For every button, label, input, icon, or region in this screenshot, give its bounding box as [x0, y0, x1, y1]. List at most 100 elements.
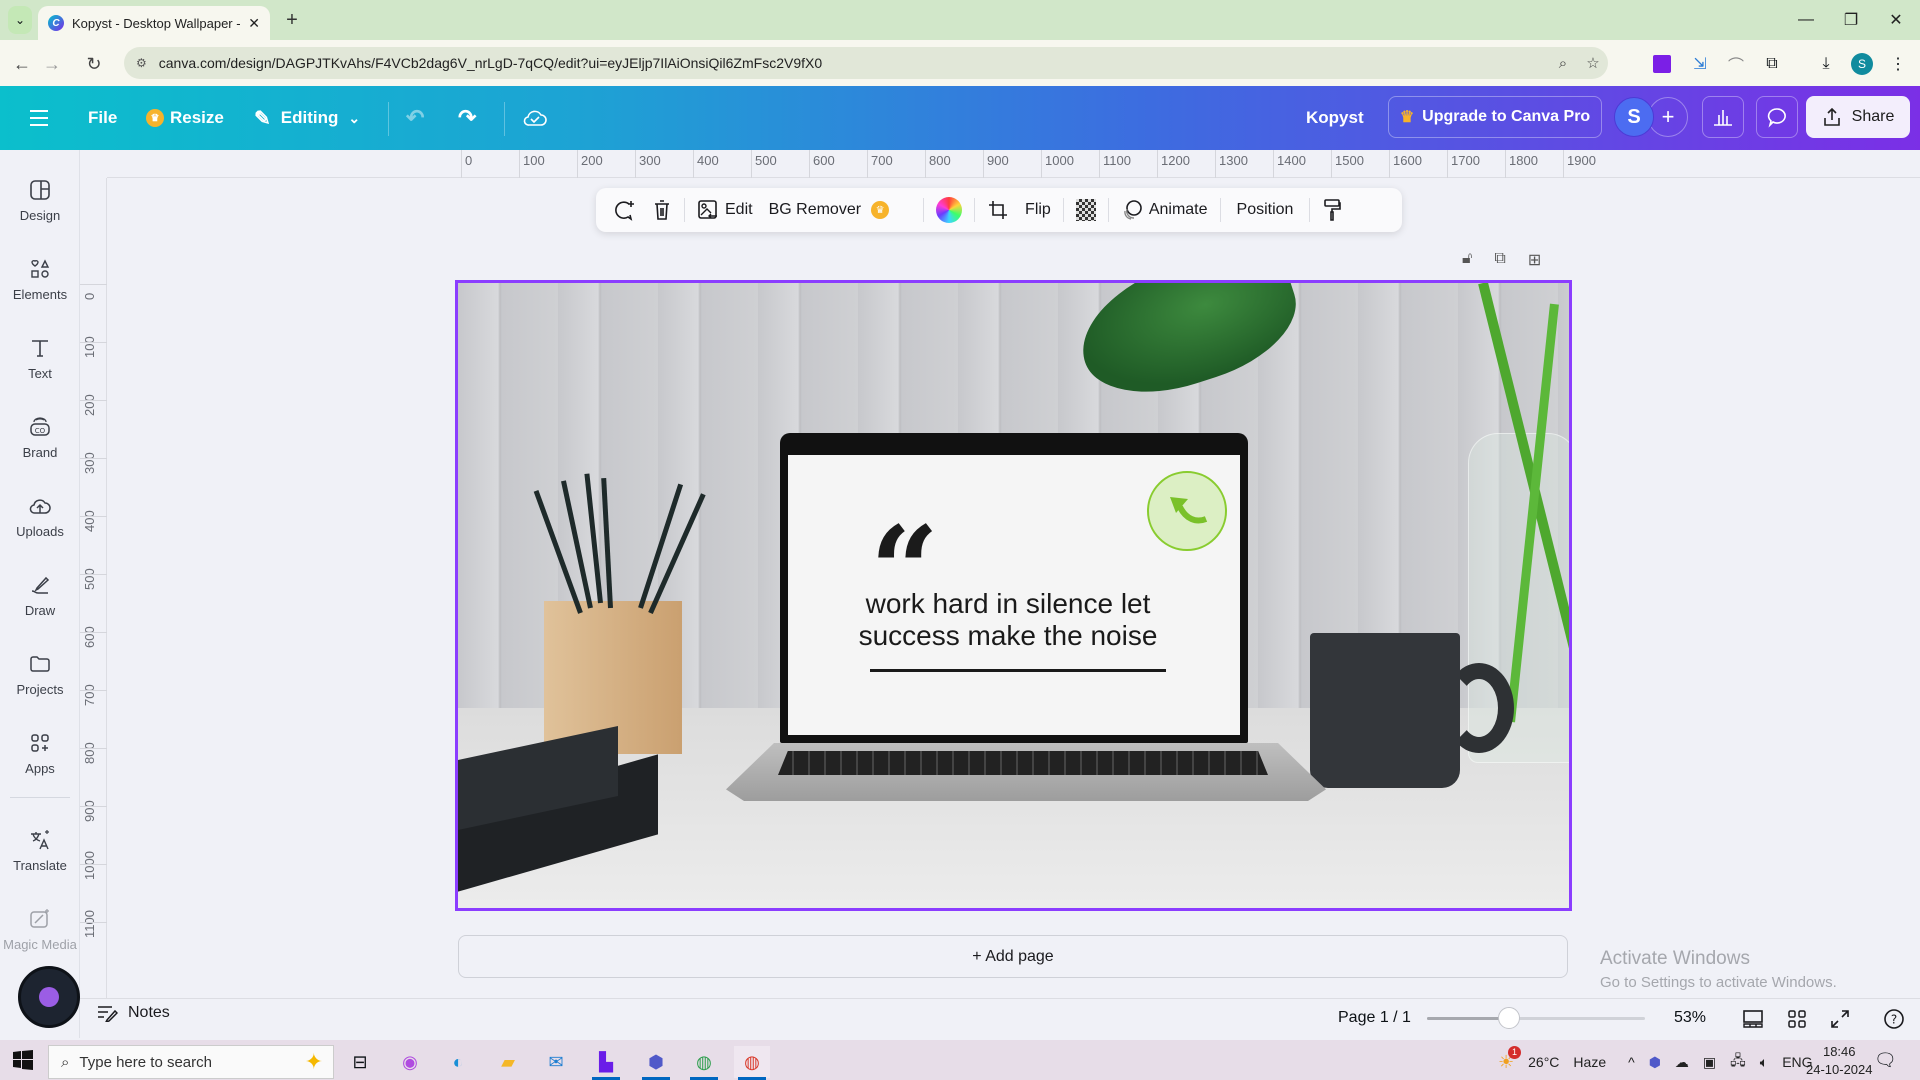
restore-window-button[interactable]: ❐ — [1831, 8, 1871, 32]
grid-view-button[interactable] — [1783, 1006, 1811, 1032]
insights-button[interactable] — [1702, 96, 1744, 138]
zoom-magnifier-icon[interactable]: ⌕ — [1548, 55, 1578, 72]
extension-translate-icon[interactable]: ⇲ — [1686, 50, 1714, 78]
transparency-button[interactable] — [1068, 188, 1104, 232]
zoom-slider-thumb[interactable] — [1497, 1007, 1520, 1029]
sidebar-item-design[interactable]: Design — [0, 165, 80, 235]
extension-arc-icon[interactable]: ⌒ — [1722, 50, 1750, 78]
user-avatar[interactable]: S — [1614, 97, 1654, 137]
green-arrow-badge[interactable] — [1147, 471, 1227, 551]
position-button[interactable]: Position — [1225, 188, 1306, 232]
sidebar-item-magic-media[interactable]: Magic Media — [0, 894, 80, 964]
close-window-button[interactable]: ✕ — [1876, 8, 1916, 32]
taskbar-clock[interactable]: 18:46 24-10-2024 — [1806, 1043, 1873, 1079]
quote-text[interactable]: work hard in silence let success make th… — [818, 588, 1198, 652]
mail-app-icon[interactable]: ✉ — [538, 1046, 574, 1078]
browser-tab-active[interactable]: C Kopyst - Desktop Wallpaper - C ✕ — [38, 6, 270, 40]
duplicate-page-icon[interactable]: ⧉ — [1494, 250, 1505, 270]
downloads-icon[interactable]: ⤓ — [1812, 50, 1840, 78]
edge-browser-icon[interactable]: ◐ — [440, 1046, 476, 1078]
extension-purple-icon[interactable] — [1648, 50, 1676, 78]
redo-button[interactable]: ↷ — [458, 86, 476, 150]
resize-button[interactable]: ♛ Resize — [146, 86, 224, 150]
page-thumbnails-button[interactable] — [1739, 1006, 1767, 1032]
sidebar-item-draw[interactable]: Draw — [0, 560, 80, 630]
chrome-profile-s-icon[interactable]: ◍ — [734, 1046, 770, 1080]
notification-center-icon[interactable]: 🗨︎ — [1874, 1050, 1897, 1071]
upgrade-pro-button[interactable]: ♛ Upgrade to Canva Pro — [1388, 96, 1602, 138]
comments-button[interactable] — [1756, 96, 1798, 138]
minimize-window-button[interactable]: — — [1786, 8, 1826, 32]
crop-button[interactable] — [979, 188, 1017, 232]
add-collaborator-button[interactable]: + — [1648, 97, 1688, 137]
editing-mode-dropdown[interactable]: ✎ Editing ⌄ — [254, 86, 360, 150]
page-indicator[interactable]: Page 1 / 1 — [1338, 1009, 1411, 1027]
forward-button[interactable]: → — [38, 50, 66, 78]
weather-icon[interactable]: ☀ 1 — [1498, 1045, 1521, 1073]
animate-button[interactable]: Animate — [1113, 188, 1216, 232]
color-adjust-button[interactable] — [928, 188, 970, 232]
browser-menu-icon[interactable]: ⋮ — [1884, 50, 1912, 78]
main-menu-button[interactable] — [28, 86, 50, 150]
sidebar-item-elements[interactable]: Elements — [0, 244, 80, 314]
bg-remover-button[interactable]: BG Remover ♛ — [761, 188, 903, 232]
sidebar-item-translate[interactable]: Translate — [0, 815, 80, 885]
back-button[interactable]: ← — [8, 50, 36, 78]
ruler-tick-label: 0 — [465, 153, 473, 168]
share-button[interactable]: Share — [1806, 96, 1910, 138]
taskbar-search-input[interactable]: ⌕ Type here to search ✦ — [48, 1045, 334, 1079]
weather-temperature[interactable]: 26°C — [1528, 1054, 1559, 1070]
teams-tray-icon[interactable]: ⬢ — [1649, 1054, 1661, 1071]
chrome-profile-a-icon[interactable]: ◍ — [686, 1046, 722, 1080]
new-tab-button[interactable]: + — [280, 8, 304, 32]
sidebar-item-brand[interactable]: CO Brand — [0, 402, 80, 472]
site-settings-icon[interactable]: ⚙ — [136, 56, 147, 70]
quote-underline[interactable] — [870, 669, 1166, 672]
cloud-saved-icon[interactable] — [522, 86, 548, 150]
file-explorer-icon[interactable]: ▰ — [490, 1046, 526, 1078]
add-comment-button[interactable] — [606, 188, 644, 232]
tab-close-icon[interactable]: ✕ — [248, 15, 260, 32]
edit-image-button[interactable]: Edit — [689, 188, 761, 232]
add-page-button[interactable]: + Add page — [458, 935, 1568, 978]
zoom-slider[interactable] — [1427, 1017, 1645, 1020]
extensions-puzzle-icon[interactable]: ⧉ — [1758, 50, 1786, 78]
task-view-button[interactable]: ⊟ — [342, 1046, 378, 1078]
sidebar-item-uploads[interactable]: Uploads — [0, 481, 80, 551]
onedrive-cloud-icon[interactable]: ☁ — [1675, 1054, 1689, 1071]
profile-avatar[interactable]: S — [1848, 50, 1876, 78]
document-title[interactable]: Kopyst — [1306, 86, 1364, 150]
zoom-percentage[interactable]: 53% — [1674, 1009, 1706, 1027]
notes-button[interactable]: Notes — [96, 1004, 170, 1022]
tray-chevron-up-icon[interactable]: ^ — [1628, 1054, 1635, 1070]
sidebar-item-apps[interactable]: Apps — [0, 718, 80, 788]
reload-button[interactable]: ↻ — [80, 50, 108, 78]
tab-search-button[interactable]: ⌄ — [8, 6, 32, 34]
weather-description[interactable]: Haze — [1573, 1054, 1606, 1070]
address-bar[interactable]: ⚙ canva.com/design/DAGPJTKvAhs/F4VCb2dag… — [124, 47, 1608, 79]
copilot-app-icon[interactable]: ◉ — [392, 1046, 428, 1078]
add-page-icon[interactable]: ⊞ — [1528, 250, 1541, 270]
fullscreen-button[interactable] — [1826, 1006, 1854, 1032]
bookmark-star-icon[interactable]: ☆ — [1578, 54, 1608, 72]
screen-recorder-button[interactable] — [18, 966, 80, 1028]
volume-icon[interactable]: 🔈︎ — [1760, 1054, 1768, 1071]
teams-app-icon[interactable]: ⬢ — [638, 1046, 674, 1080]
undo-button[interactable]: ↶ — [406, 86, 424, 150]
camera-icon[interactable]: ▣ — [1703, 1054, 1716, 1071]
sidebar-item-projects[interactable]: Projects — [0, 639, 80, 709]
help-button[interactable]: ? — [1880, 1006, 1908, 1032]
hamburger-icon — [30, 110, 48, 126]
flip-button[interactable]: Flip — [1017, 188, 1059, 232]
ruler-tick-label: 0 — [82, 292, 97, 300]
delete-button[interactable] — [644, 188, 680, 232]
purple-app-icon[interactable]: ▙ — [588, 1046, 624, 1080]
file-menu-button[interactable]: File — [88, 86, 117, 150]
design-page-selected[interactable]: “ work hard in silence let success make … — [455, 280, 1572, 911]
network-icon[interactable]: 🖧︎ — [1730, 1050, 1746, 1074]
windows-start-button[interactable] — [12, 1049, 34, 1071]
copy-style-button[interactable] — [1314, 188, 1350, 232]
sidebar-item-text[interactable]: Text — [0, 323, 80, 393]
lock-open-icon[interactable]: 🔓︎ — [1462, 250, 1472, 270]
ruler-tick-label: 1000 — [82, 851, 97, 880]
